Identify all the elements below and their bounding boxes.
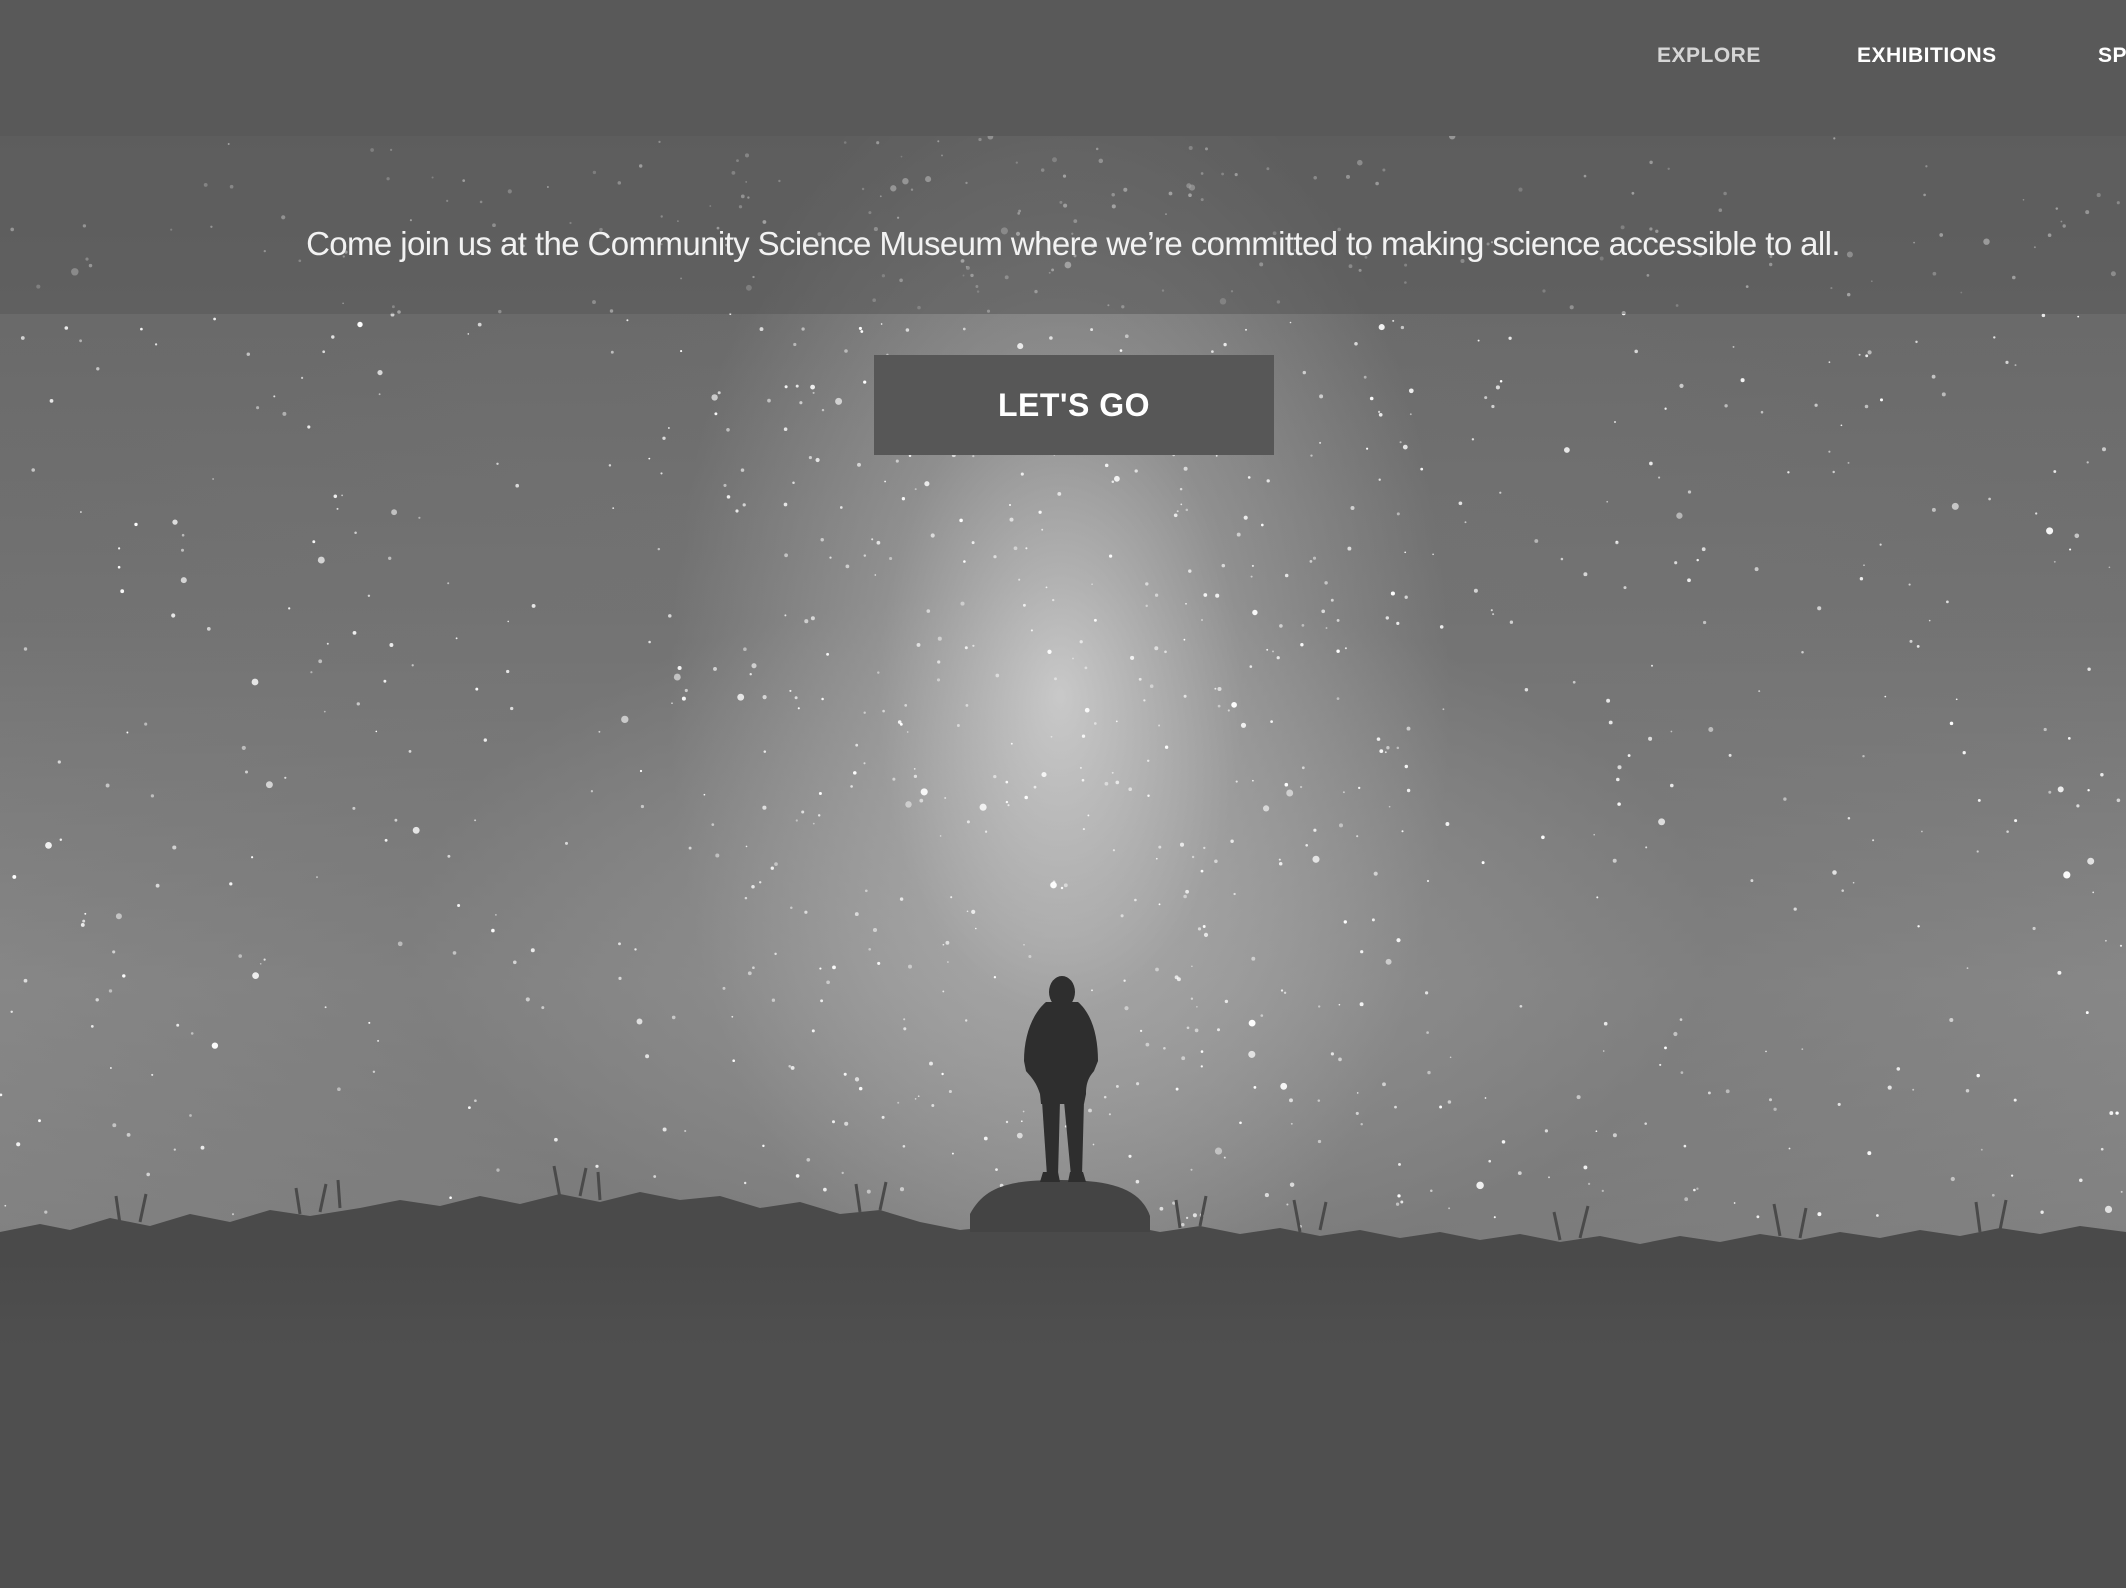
- intro-text: Come join us at the Community Science Mu…: [306, 225, 1840, 262]
- hill-silhouette: [0, 976, 2126, 1348]
- nav-explore-link[interactable]: EXPLORE: [1657, 44, 1761, 68]
- bottom-area: [0, 1348, 2126, 1588]
- nav-sp-link[interactable]: SP: [2098, 44, 2126, 68]
- page: EXPLORE EXHIBITIONS SP Come join us at t…: [0, 0, 2126, 1588]
- nav-exhibitions-link[interactable]: EXHIBITIONS: [1857, 44, 1997, 68]
- lets-go-button[interactable]: LET'S GO: [874, 355, 1274, 455]
- hero-bottom-fade: [0, 1256, 2126, 1348]
- hero-night-sky-image: [0, 136, 2126, 1348]
- main-nav: EXPLORE EXHIBITIONS SP: [0, 0, 2126, 116]
- site-header: EXPLORE EXHIBITIONS SP: [0, 0, 2126, 136]
- intro-banner: Come join us at the Community Science Mu…: [0, 136, 2126, 314]
